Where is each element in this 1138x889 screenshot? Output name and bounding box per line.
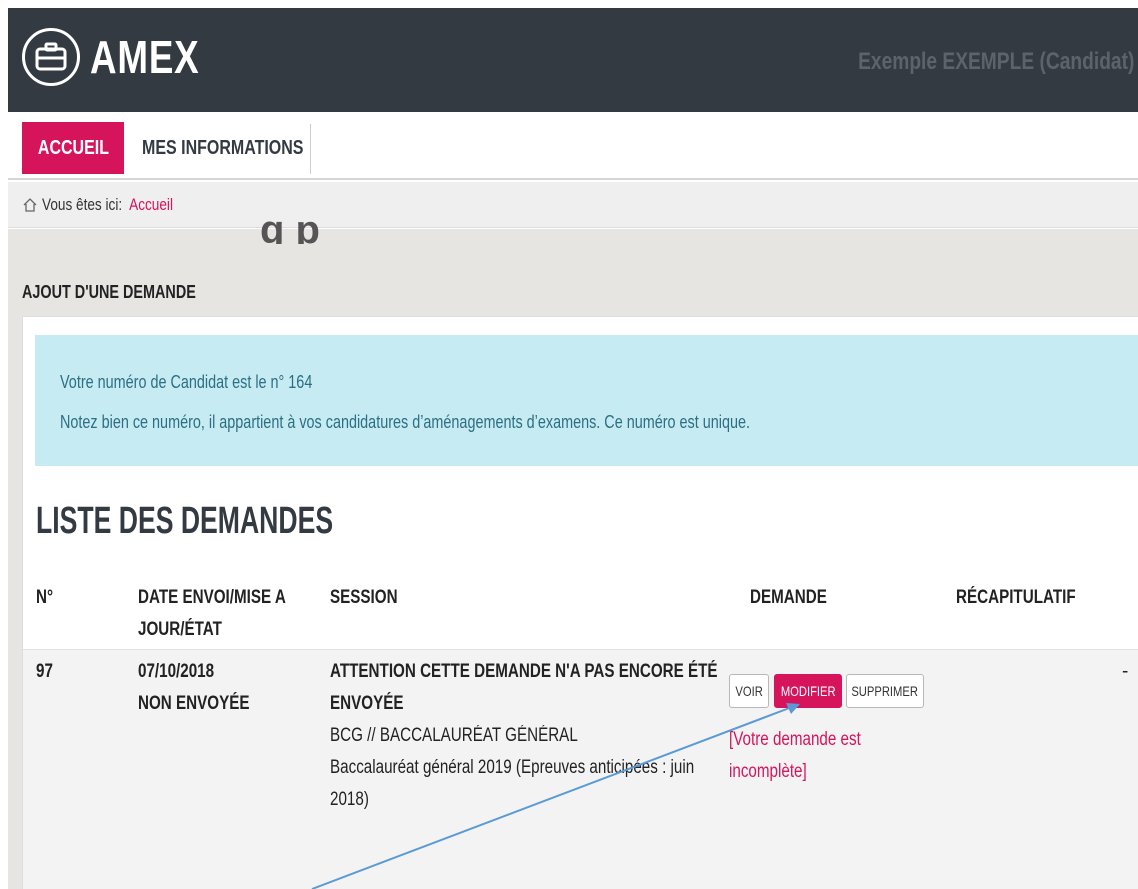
row-recap: - bbox=[1122, 661, 1129, 682]
incomplete-status: [Votre demande est incomplète] bbox=[729, 729, 861, 782]
candidate-number-text: Votre numéro de Candidat est le n° 164 bbox=[60, 372, 313, 392]
modifier-button[interactable]: MODIFIER bbox=[774, 674, 842, 708]
header-num: N° bbox=[36, 587, 54, 608]
row-date: 07/10/2018 NON ENVOYÉE bbox=[138, 661, 250, 714]
home-icon bbox=[23, 197, 37, 212]
header-recap: RÉCAPITULATIF bbox=[956, 587, 1076, 608]
tab-mes-informations[interactable]: MES INFORMATIONS bbox=[142, 122, 344, 174]
breadcrumb-prefix: Vous êtes ici: bbox=[42, 194, 123, 214]
nav-divider bbox=[310, 124, 311, 174]
header-demande: DEMANDE bbox=[750, 587, 827, 608]
breadcrumb: Vous êtes ici: Accueil bbox=[8, 182, 1138, 228]
header-session: SESSION bbox=[330, 587, 398, 608]
row-num: 97 bbox=[36, 661, 53, 682]
supprimer-button[interactable]: SUPPRIMER bbox=[846, 674, 924, 708]
app-header: AMEX Exemple EXEMPLE (Candidat) bbox=[8, 8, 1138, 112]
briefcase-icon[interactable] bbox=[22, 28, 80, 86]
tab-accueil[interactable]: ACCUEIL bbox=[22, 122, 124, 174]
main-nav: ACCUEIL MES INFORMATIONS bbox=[8, 112, 1138, 180]
header-date: DATE ENVOI/MISE A JOUR/ÉTAT bbox=[138, 587, 286, 640]
page-title-partial: g p bbox=[260, 208, 320, 244]
user-name[interactable]: Exemple EXEMPLE (Candidat) bbox=[789, 48, 1134, 76]
candidate-number-note: Notez bien ce numéro, il appartient à vo… bbox=[60, 412, 750, 432]
list-title: LISTE DES DEMANDES bbox=[36, 500, 334, 542]
info-alert: Votre numéro de Candidat est le n° 164 N… bbox=[35, 335, 1138, 466]
voir-button[interactable]: VOIR bbox=[729, 674, 769, 708]
breadcrumb-link-accueil[interactable]: Accueil bbox=[129, 195, 173, 214]
app-title[interactable]: AMEX bbox=[90, 30, 227, 84]
section-heading: AJOUT D'UNE DEMANDE bbox=[22, 282, 196, 302]
breadcrumb-text: Vous êtes ici: Accueil bbox=[42, 195, 173, 215]
